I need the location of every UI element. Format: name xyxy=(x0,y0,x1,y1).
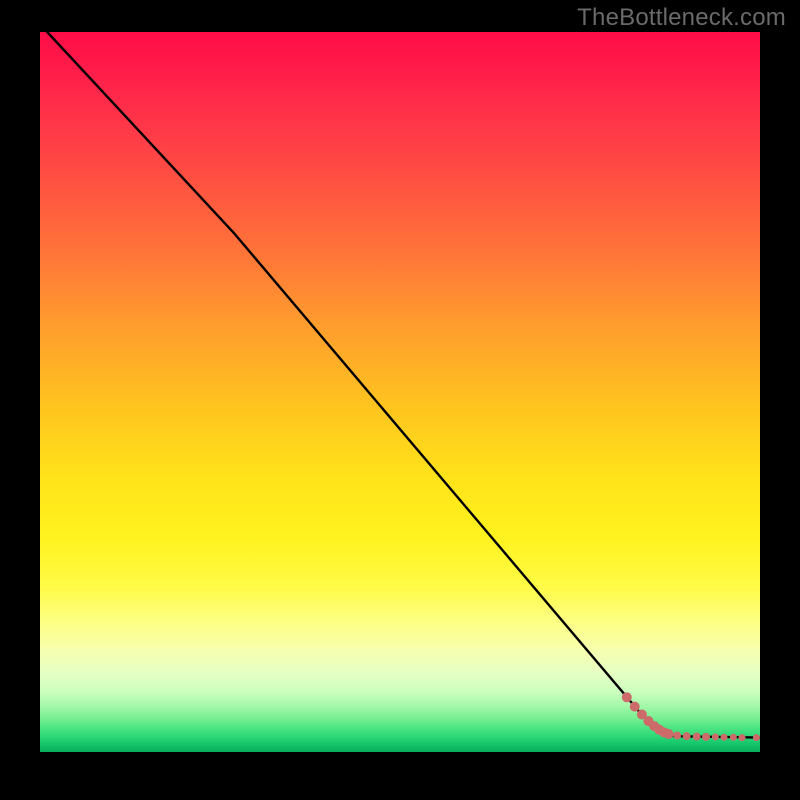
plot-area xyxy=(40,32,760,752)
data-marker xyxy=(664,729,674,739)
data-marker xyxy=(712,733,719,740)
data-marker xyxy=(721,734,728,741)
watermark-text: TheBottleneck.com xyxy=(577,4,786,32)
curve-polyline xyxy=(47,32,760,738)
data-marker xyxy=(673,731,681,739)
data-marker xyxy=(702,733,710,741)
chart-frame: TheBottleneck.com xyxy=(0,0,800,800)
data-marker xyxy=(739,734,746,741)
data-marker xyxy=(730,734,737,741)
data-marker xyxy=(693,733,701,741)
data-markers xyxy=(622,692,760,741)
data-marker xyxy=(753,734,760,741)
chart-overlay xyxy=(40,32,760,752)
main-curve xyxy=(47,32,760,738)
data-marker xyxy=(622,692,632,702)
data-marker xyxy=(683,732,691,740)
data-marker xyxy=(630,702,640,712)
